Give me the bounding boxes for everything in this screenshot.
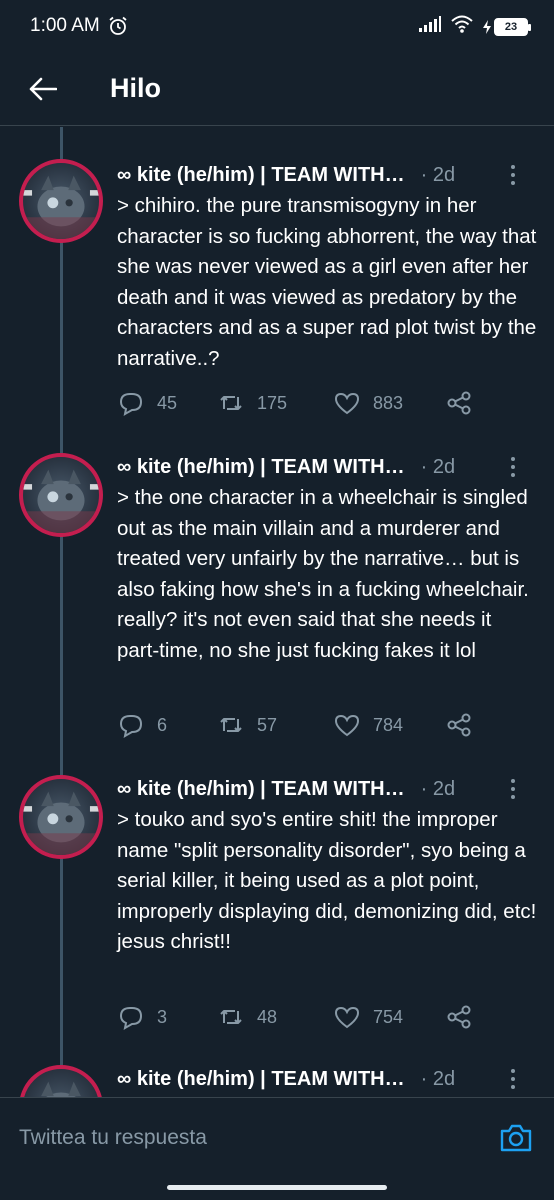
- alarm-icon: [108, 16, 128, 36]
- avatar[interactable]: [19, 775, 103, 859]
- heart-icon: [334, 714, 360, 737]
- reply-icon: [119, 715, 143, 738]
- retweet-button[interactable]: 57: [217, 711, 333, 739]
- tweet-timestamp: · 2d: [420, 163, 456, 186]
- reply-button[interactable]: 6: [117, 711, 217, 739]
- more-options-icon[interactable]: [503, 163, 523, 187]
- share-icon: [447, 1005, 471, 1029]
- retweet-icon: [220, 396, 242, 410]
- camera-icon: [500, 1124, 532, 1151]
- retweet-icon: [220, 1010, 242, 1024]
- reply-composer: Twittea tu respuesta: [0, 1097, 554, 1177]
- tweet[interactable]: ∞ kite (he/him) | TEAM WITH… · 2d: [0, 1031, 554, 1097]
- wifi-icon: [450, 14, 474, 39]
- tweet-author-name[interactable]: ∞ kite (he/him) | TEAM WITH…: [117, 164, 405, 187]
- avatar[interactable]: [19, 159, 103, 243]
- arrow-left-icon: [29, 77, 57, 100]
- like-button[interactable]: 784: [333, 711, 445, 739]
- avatar[interactable]: [19, 1065, 103, 1097]
- like-count: 883: [373, 392, 404, 413]
- retweet-count: 48: [257, 1006, 278, 1027]
- home-indicator: [167, 1185, 387, 1190]
- retweet-icon: [220, 718, 242, 732]
- back-button[interactable]: [18, 64, 68, 114]
- tweet-author-name[interactable]: ∞ kite (he/him) | TEAM WITH…: [117, 456, 405, 479]
- status-time: 1:00 AM: [30, 15, 100, 36]
- battery-indicator: 23: [482, 17, 531, 36]
- signal-icon: [418, 15, 442, 38]
- tweet-timestamp: · 2d: [420, 777, 456, 800]
- like-button[interactable]: 754: [333, 1003, 445, 1031]
- reply-input[interactable]: Twittea tu respuesta: [19, 1126, 496, 1150]
- reply-icon: [119, 393, 143, 416]
- heart-icon: [334, 392, 360, 415]
- retweet-button[interactable]: 48: [217, 1003, 333, 1031]
- page-title: Hilo: [110, 73, 161, 103]
- like-button[interactable]: 883: [333, 389, 445, 417]
- retweet-count: 175: [257, 392, 288, 413]
- thread[interactable]: ∞ kite (he/him) | TEAM WITH… · 2d > chih…: [0, 127, 554, 1097]
- tweet[interactable]: ∞ kite (he/him) | TEAM WITH… · 2d > chih…: [0, 127, 554, 447]
- more-options-icon[interactable]: [503, 1067, 523, 1091]
- like-count: 784: [373, 714, 404, 735]
- tweet-timestamp: · 2d: [420, 1067, 456, 1090]
- tweet-author-name[interactable]: ∞ kite (he/him) | TEAM WITH…: [117, 778, 405, 801]
- tweet-text: > the one character in a wheelchair is s…: [117, 486, 529, 662]
- tweet-actions: 45 175 883: [117, 387, 537, 419]
- reply-button[interactable]: 3: [117, 1003, 217, 1031]
- tweet-timestamp: · 2d: [420, 455, 456, 478]
- tweet-author-name[interactable]: ∞ kite (he/him) | TEAM WITH…: [117, 1068, 405, 1091]
- share-button[interactable]: [445, 389, 473, 417]
- reply-count: 6: [157, 714, 168, 735]
- more-options-icon[interactable]: [503, 777, 523, 801]
- camera-button[interactable]: [496, 1118, 536, 1158]
- like-count: 754: [373, 1006, 404, 1027]
- retweet-count: 57: [257, 714, 278, 735]
- share-button[interactable]: [445, 711, 473, 739]
- battery-level: 23: [494, 17, 531, 36]
- share-icon: [447, 713, 471, 737]
- status-icons: 23: [418, 14, 531, 39]
- share-icon: [447, 391, 471, 415]
- tweet-text: > touko and syo's entire shit! the impro…: [117, 808, 537, 953]
- tweet[interactable]: ∞ kite (he/him) | TEAM WITH… · 2d > touk…: [0, 741, 554, 1031]
- reply-button[interactable]: 45: [117, 389, 217, 417]
- tweet-actions: 3 48 754: [117, 1001, 537, 1033]
- app-header: Hilo: [0, 52, 554, 126]
- status-bar: 1:00 AM 23: [0, 0, 554, 52]
- charging-icon: [483, 19, 491, 34]
- heart-icon: [334, 1006, 360, 1029]
- reply-icon: [119, 1007, 143, 1030]
- share-button[interactable]: [445, 1003, 473, 1031]
- retweet-button[interactable]: 175: [217, 389, 333, 417]
- tweet[interactable]: ∞ kite (he/him) | TEAM WITH… · 2d > the …: [0, 419, 554, 741]
- tweet-actions: 6 57 784: [117, 709, 537, 741]
- avatar[interactable]: [19, 453, 103, 537]
- tweet-text: > chihiro. the pure transmisogyny in her…: [117, 194, 537, 370]
- more-options-icon[interactable]: [503, 455, 523, 479]
- reply-count: 45: [157, 392, 178, 413]
- reply-count: 3: [157, 1006, 168, 1027]
